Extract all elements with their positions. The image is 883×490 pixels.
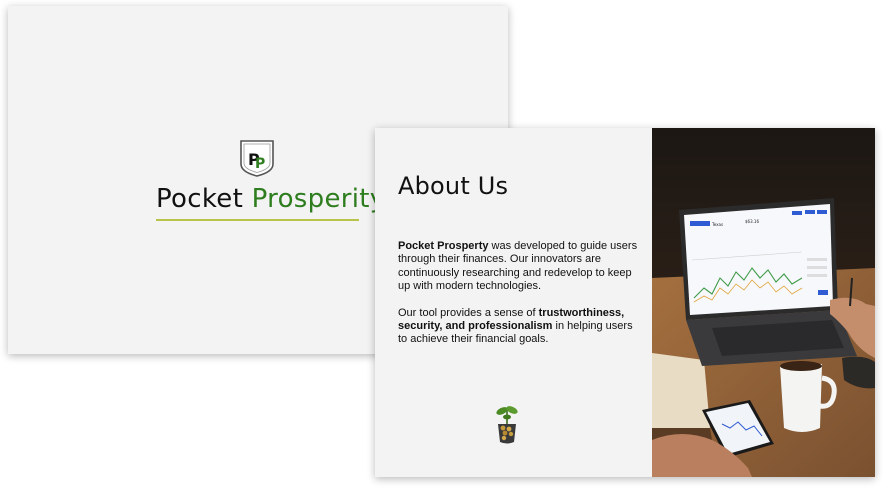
brand-name: Pocket Prosperity [156, 184, 385, 214]
about-title: About Us [398, 172, 509, 200]
brand-underline [156, 219, 359, 221]
brand-word-pocket: Pocket [156, 184, 244, 214]
about-paragraph-2: Our tool provides a sense of trustworthi… [398, 306, 633, 346]
about-body: Pocket Prosperty was developed to guide … [398, 240, 638, 360]
brand-mention: Pocket Prosperty [398, 240, 489, 252]
svg-text:P: P [255, 156, 265, 172]
about-paragraph-1: Pocket Prosperty was developed to guide … [398, 240, 638, 293]
finance-workspace-photo: Texas $63.16 [652, 128, 875, 477]
about-slide: About Us Pocket Prosperty was developed … [375, 128, 875, 477]
brand-word-prosperity: Prosperity [251, 184, 386, 214]
pocket-logo-icon: P P [240, 140, 274, 177]
laptop-price: $63.16 [745, 219, 759, 224]
plant-icon [496, 406, 518, 444]
laptop-app-title: Texas [711, 222, 723, 227]
